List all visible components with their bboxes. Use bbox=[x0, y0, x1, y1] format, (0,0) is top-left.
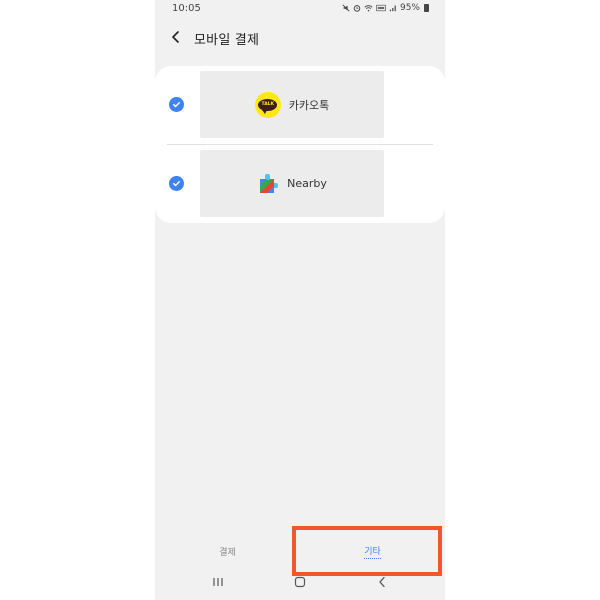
navigation-bar bbox=[155, 570, 445, 594]
nearby-icon bbox=[260, 173, 279, 193]
nearby-checkbox[interactable] bbox=[169, 176, 184, 191]
wifi-icon bbox=[364, 5, 373, 12]
lte-icon bbox=[376, 4, 386, 12]
back-button[interactable] bbox=[165, 26, 187, 48]
back-icon bbox=[379, 576, 385, 588]
recent-apps-button[interactable] bbox=[208, 574, 228, 590]
home-icon bbox=[294, 576, 306, 588]
mute-icon bbox=[342, 4, 350, 12]
phone-screen: 10:05 95% 모바일 결제 TALK 카카오톡 Nearby 결제 기타 bbox=[155, 0, 445, 600]
signal-icon bbox=[389, 5, 396, 12]
battery-percent: 95% bbox=[399, 3, 420, 13]
tab-label: 결제 bbox=[219, 547, 236, 558]
page-title: 모바일 결제 bbox=[194, 33, 260, 48]
kakaotalk-icon: TALK bbox=[254, 91, 281, 118]
check-icon bbox=[173, 180, 180, 187]
chevron-left-icon bbox=[172, 31, 179, 43]
home-button[interactable] bbox=[290, 574, 310, 590]
battery-icon bbox=[424, 4, 429, 12]
status-icons: 95% bbox=[342, 3, 429, 13]
list-item-nearby: Nearby bbox=[155, 145, 445, 223]
nearby-app-tile[interactable]: Nearby bbox=[200, 150, 384, 217]
tab-payment[interactable]: 결제 bbox=[155, 532, 300, 570]
kakaotalk-app-tile[interactable]: TALK 카카오톡 bbox=[200, 71, 384, 138]
app-list-card: TALK 카카오톡 Nearby bbox=[155, 66, 445, 223]
recent-apps-icon bbox=[213, 578, 223, 586]
app-label: 카카오톡 bbox=[288, 98, 330, 112]
bottom-tabs: 결제 기타 bbox=[155, 532, 445, 570]
kakaotalk-checkbox[interactable] bbox=[169, 97, 184, 112]
nav-back-button[interactable] bbox=[372, 574, 392, 590]
tab-other[interactable]: 기타 bbox=[300, 532, 445, 570]
alarm-icon bbox=[353, 5, 361, 12]
check-icon bbox=[173, 101, 180, 108]
status-bar: 10:05 95% bbox=[155, 0, 445, 20]
status-time: 10:05 bbox=[172, 3, 201, 14]
list-item-kakaotalk: TALK 카카오톡 bbox=[155, 66, 445, 144]
app-label: Nearby bbox=[287, 177, 327, 190]
tab-label: 기타 bbox=[364, 544, 381, 559]
header: 모바일 결제 bbox=[155, 24, 445, 52]
